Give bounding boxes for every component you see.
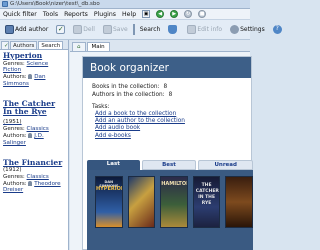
add-ebooks-link[interactable]: Add e-books [92, 133, 242, 140]
add-author-label: Add author [15, 26, 49, 33]
book-cover[interactable]: DAN SIMMONS HYPERION [95, 176, 123, 228]
search-label: Search [139, 26, 161, 33]
collection-stats: Books in the collection: 8 Authors in the… [83, 78, 251, 99]
window-title: G:\Users\Book\nizer\test\_db.sbo [10, 1, 100, 7]
start-page: Book organizer Books in the collection: 8… [82, 56, 254, 250]
settings-label: Settings [240, 26, 265, 33]
title-bar: G:\Users\Book\nizer\test\_db.sbo [0, 0, 250, 9]
add-author-link[interactable]: Add an author to the collection [92, 118, 242, 125]
save-button[interactable]: Save [100, 23, 131, 37]
menu-plugins[interactable]: Plugins [94, 11, 116, 18]
tab-search[interactable]: Search [38, 41, 64, 49]
check-button[interactable]: ✓ [53, 23, 68, 37]
list-item[interactable]: Hyperion Genres: Science Fiction Authors… [3, 51, 65, 88]
list-item[interactable]: The Catcher In the Rye (1951) Genres: Cl… [3, 99, 65, 147]
save-icon [102, 25, 112, 34]
tasks-section: Tasks: Add a book to the collection Add … [83, 99, 251, 140]
book-authors: Authors: Dan Simmons [3, 74, 46, 87]
stat-books: Books in the collection: 8 [92, 84, 168, 90]
back-arrow-icon[interactable]: ◀ [156, 10, 165, 18]
list-item[interactable]: The Financier (1912) Genres: Classics Au… [3, 158, 65, 195]
stat-authors: Authors in the collection: 8 [92, 92, 173, 98]
add-person-icon [5, 25, 14, 34]
menu-tools[interactable]: Tools [43, 11, 58, 18]
shield-button[interactable] [165, 23, 180, 37]
forward-arrow-icon[interactable]: ▶ [170, 10, 179, 18]
check-icon: ✓ [56, 25, 66, 34]
book-title[interactable]: The Catcher In the Rye (1951) [3, 99, 65, 127]
refresh-icon[interactable]: ↻ [184, 10, 193, 18]
settings-button[interactable]: Settings [227, 23, 268, 37]
tab-unread[interactable]: Unread [198, 160, 254, 170]
edit-button[interactable]: Dell [70, 23, 98, 37]
gear-icon [230, 25, 240, 34]
tab-best[interactable]: Best [141, 160, 197, 170]
toolbar: Add author ✓ Dell Save Search Edit info … [0, 20, 282, 40]
book-genres: Genres: Classics [3, 126, 49, 133]
book-list: Hyperion Genres: Science Fiction Authors… [0, 50, 68, 208]
menu-quick-filter[interactable]: Quick filter [3, 11, 37, 18]
book-cover[interactable] [225, 176, 253, 228]
book-year: (1912) [3, 167, 22, 174]
tab-books-check[interactable]: ✓ [1, 41, 9, 49]
person-icon [28, 132, 33, 138]
book-cover[interactable]: THE CATCHER IN THE RYE [192, 176, 221, 228]
tab-home[interactable]: ⌂ [72, 42, 86, 51]
info-icon [187, 25, 197, 34]
book-authors: Authors: Theodore Dreiser [3, 180, 61, 194]
help-icon: ? [272, 25, 282, 34]
book-genres: Genres: Science Fiction [3, 60, 49, 74]
tasks-label: Tasks: [92, 104, 110, 110]
book-title[interactable]: Hyperion [3, 51, 65, 61]
person-icon [28, 74, 33, 80]
save-label: Save [112, 26, 128, 33]
menu-reports[interactable]: Reports [64, 11, 88, 18]
edit-icon [73, 25, 83, 34]
book-cover[interactable]: HAMILTON [160, 176, 188, 228]
add-audio-book-link[interactable]: Add audio book [92, 125, 242, 132]
left-tab-strip: ✓ Authors Search [0, 40, 68, 50]
search-button[interactable]: Search [137, 23, 164, 37]
person-icon [28, 180, 33, 186]
tab-last[interactable]: Last [87, 160, 140, 170]
page-title: Book organizer [90, 61, 169, 74]
tab-main[interactable]: Main [86, 42, 110, 51]
book-authors: Authors: J.D. Salinger [3, 132, 44, 146]
book-list-pane: ✓ Authors Search Hyperion Genres: Scienc… [0, 40, 69, 250]
cover-strip: DAN SIMMONS HYPERION HAMILTON THE CATCHE… [87, 170, 253, 250]
book-cover[interactable] [127, 176, 156, 228]
help-button[interactable]: ? [270, 23, 285, 37]
book-title[interactable]: The Financier [3, 158, 65, 168]
edit-label: Dell [83, 26, 95, 33]
menu-bar: Quick filter Tools Reports Plugins Help … [0, 9, 250, 20]
add-book-link[interactable]: Add a book to the collection [92, 111, 242, 118]
add-author-button[interactable]: Add author [2, 23, 51, 37]
main-tab-strip: ⌂ Main [70, 40, 250, 52]
main-pane: ⌂ Main Book organizer Books in the colle… [70, 40, 254, 250]
category-tabs: Last Best Unread [87, 160, 254, 170]
tab-authors[interactable]: Authors [10, 41, 38, 49]
edit-info-label: Edit info [197, 26, 223, 33]
window-icon-box[interactable]: ▣ [142, 10, 151, 18]
banner: Book organizer [83, 57, 251, 78]
book-genres: Genres: Classics [3, 173, 49, 180]
genre-link[interactable]: Classics [27, 126, 49, 132]
shield-icon [168, 25, 178, 34]
stop-icon[interactable]: ■ [198, 10, 207, 18]
search-input[interactable] [132, 24, 135, 35]
app-icon [2, 1, 8, 7]
genre-link[interactable]: Classics [27, 174, 49, 180]
edit-info-button[interactable]: Edit info [184, 23, 225, 37]
menu-help[interactable]: Help [122, 11, 136, 18]
